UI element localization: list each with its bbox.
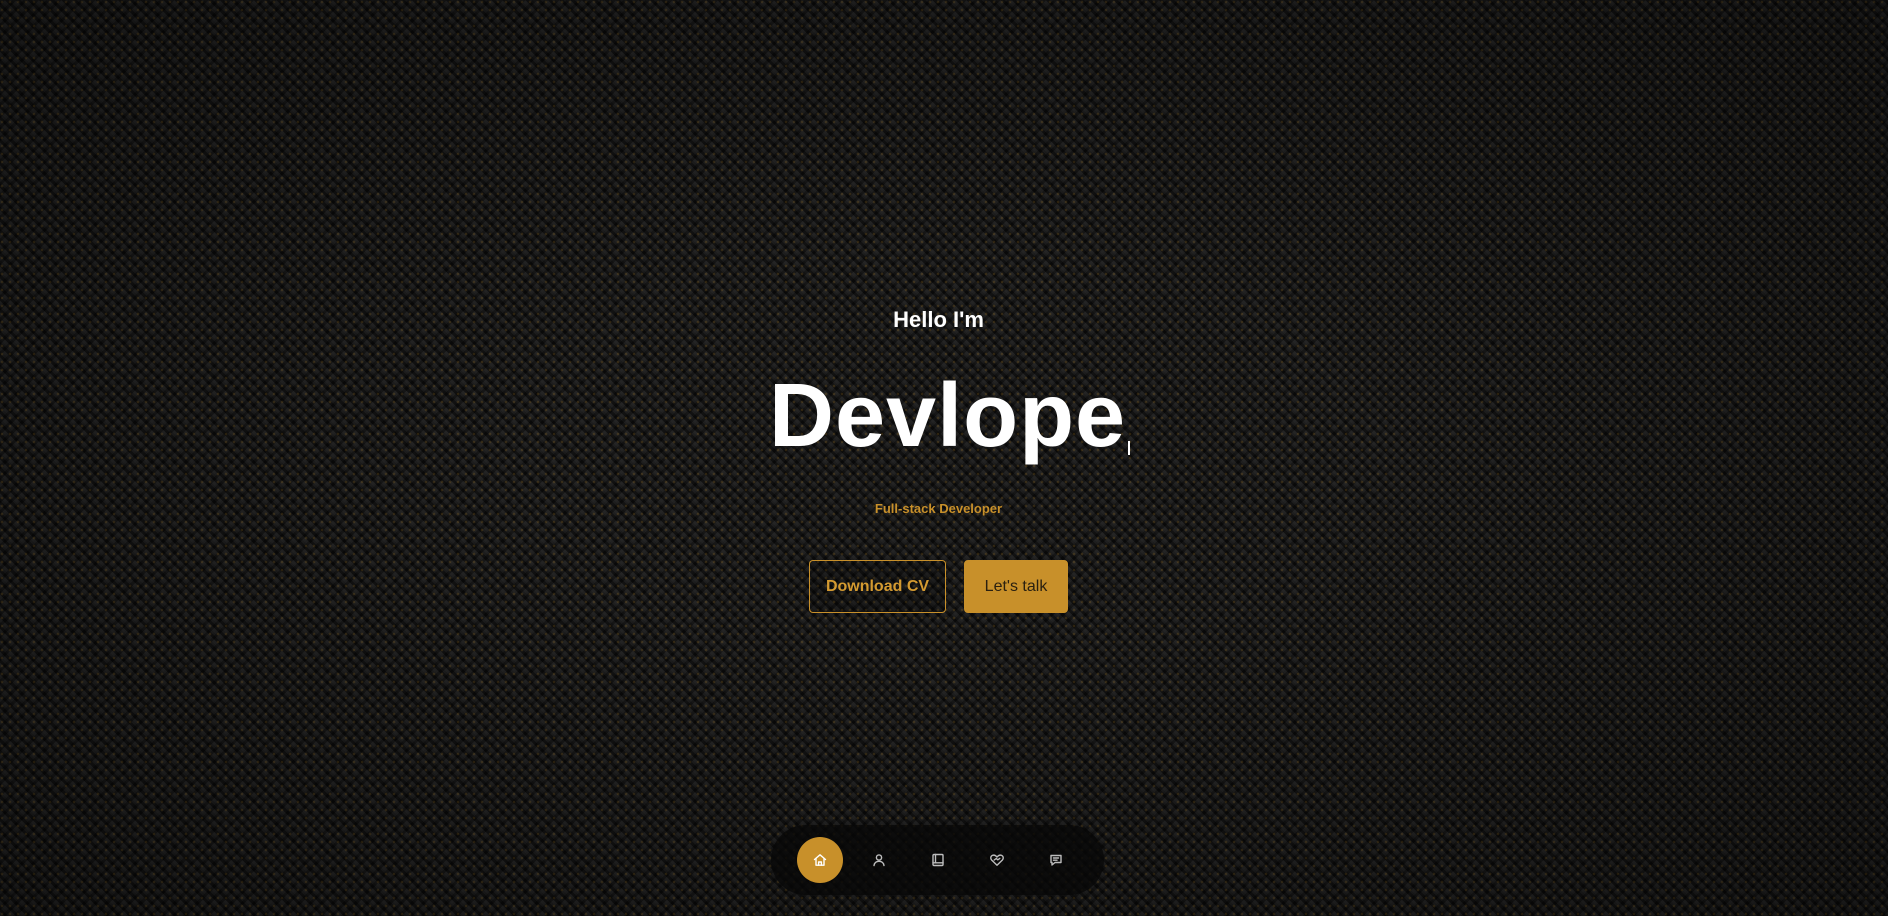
home-icon [813,854,827,866]
nav-experience[interactable] [915,837,961,883]
typing-caret [1128,441,1131,455]
hero-actions: Download CV Let's talk [809,560,1068,613]
nav-home[interactable] [797,837,843,883]
greeting-text: Hello I'm [893,307,984,332]
nav-about[interactable] [856,837,902,883]
hero-section: Hello I'm Devlope Full-stack Developer D… [0,0,1877,916]
book-icon [932,853,944,867]
typed-name-text: Devlope [769,366,1127,466]
role-subtitle: Full-stack Developer [874,501,1003,516]
nav-contact[interactable] [1033,837,1079,883]
download-cv-button[interactable]: Download CV [809,560,946,613]
heart-handshake-icon [990,854,1004,866]
lets-talk-button[interactable]: Let's talk [964,560,1068,613]
bottom-navbar [771,825,1104,895]
user-icon [873,854,885,867]
nav-services[interactable] [974,837,1020,883]
typed-name: Devlope [769,366,1131,466]
message-icon [1050,854,1062,866]
